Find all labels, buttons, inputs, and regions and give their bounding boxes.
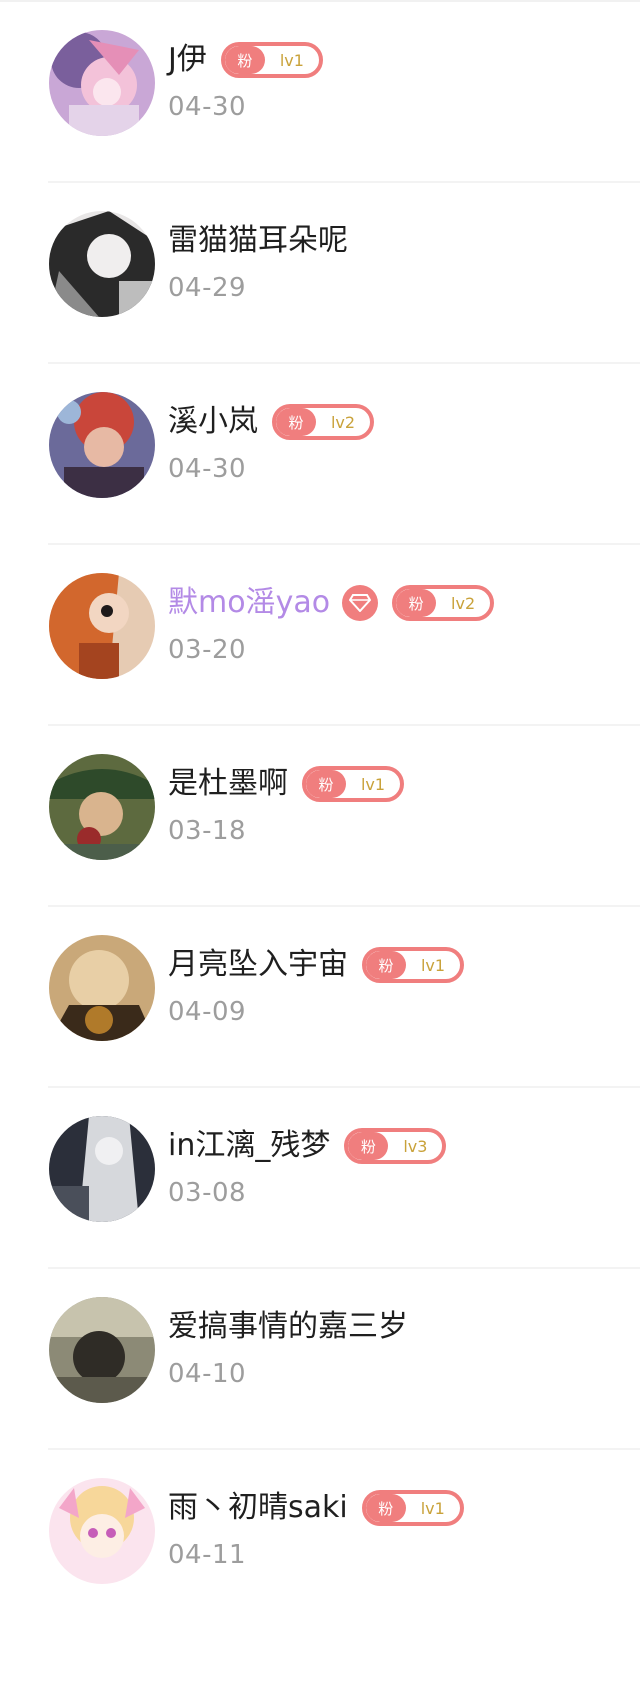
vip-diamond-icon [342,585,379,621]
avatar[interactable] [49,1478,155,1584]
badge-level: lv3 [403,1136,428,1156]
fan-badge[interactable]: 粉 lv2 [392,585,495,621]
badge-fan-label: 粉 [306,770,346,798]
badge-level: lv1 [420,1498,445,1518]
fan-badge[interactable]: 粉 lv1 [362,947,464,983]
user-name[interactable]: 月亮坠入宇宙 [168,945,348,985]
follow-date: 04-29 [168,273,247,303]
list-item[interactable]: in江漓_残梦 粉 lv3 03-08 [0,1088,640,1269]
follow-date: 04-10 [168,1359,247,1389]
fan-badge[interactable]: 粉 lv2 [272,404,374,440]
badge-level: lv1 [420,955,446,975]
avatar[interactable] [49,392,155,498]
user-name[interactable]: 默mo滛yao [168,583,330,623]
avatar[interactable] [49,573,155,679]
avatar[interactable] [49,754,155,860]
user-name[interactable]: 爱搞事情的嘉三岁 [168,1307,408,1347]
follow-date: 04-11 [168,1540,247,1570]
user-name[interactable]: in江漓_残梦 [168,1126,330,1166]
follow-date: 04-09 [168,997,247,1027]
avatar[interactable] [49,1116,155,1222]
fan-badge[interactable]: 粉 lv1 [361,1490,464,1526]
follow-date: 04-30 [168,92,247,122]
follow-date: 03-18 [168,816,247,846]
badge-fan-label: 粉 [366,951,406,979]
badge-level: lv2 [330,412,356,432]
badge-fan-label: 粉 [224,46,265,74]
list-item[interactable]: 默mo滛yao 粉 lv2 03-20 [0,545,640,726]
avatar[interactable] [49,1297,155,1403]
user-name[interactable]: 雷猫猫耳朵呢 [168,221,348,261]
fan-badge[interactable]: 粉 lv1 [302,766,404,802]
list-item[interactable]: 爱搞事情的嘉三岁 04-10 [0,1269,640,1450]
badge-fan-label: 粉 [348,1132,389,1160]
list-item[interactable]: 溪小岚 粉 lv2 04-30 [0,364,640,545]
fan-badge[interactable]: 粉 lv3 [344,1128,447,1164]
badge-level: lv1 [360,774,386,794]
list-item[interactable]: 月亮坠入宇宙 粉 lv1 04-09 [0,907,640,1088]
badge-fan-label: 粉 [365,1494,406,1522]
badge-level: lv1 [279,50,304,70]
user-name[interactable]: 雨丶初晴saki [168,1488,348,1528]
badge-fan-label: 粉 [396,589,437,617]
list-item[interactable]: J伊 粉 lv1 04-30 [0,2,640,183]
badge-level: lv2 [451,593,476,613]
badge-fan-label: 粉 [276,408,316,436]
follower-list: J伊 粉 lv1 04-30 雷猫猫耳朵呢 04-29 溪小岚 粉 lv2 04… [0,0,640,1683]
follow-date: 03-08 [168,1178,247,1208]
list-item[interactable]: 雷猫猫耳朵呢 04-29 [0,183,640,364]
avatar[interactable] [49,935,155,1041]
user-name[interactable]: 溪小岚 [168,402,258,442]
avatar[interactable] [49,30,155,136]
list-item[interactable]: 是杜墨啊 粉 lv1 03-18 [0,726,640,907]
follow-date: 04-30 [168,454,247,484]
follow-date: 03-20 [168,635,247,665]
avatar[interactable] [49,211,155,317]
user-name[interactable]: J伊 [168,40,207,80]
user-name[interactable]: 是杜墨啊 [168,764,288,804]
list-item[interactable]: 雨丶初晴saki 粉 lv1 04-11 [0,1450,640,1631]
fan-badge[interactable]: 粉 lv1 [220,42,323,78]
